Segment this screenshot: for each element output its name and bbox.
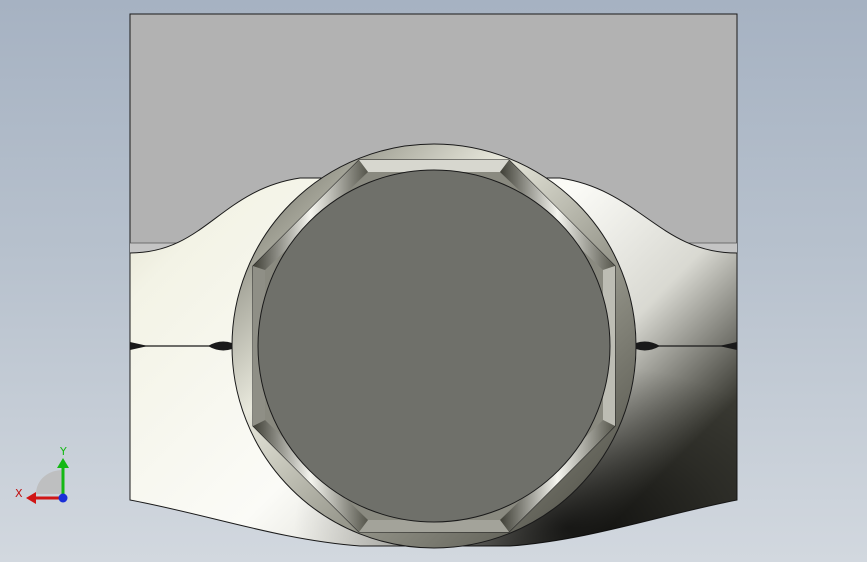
model-view[interactable]: Y X	[0, 0, 867, 562]
x-axis-arrow	[26, 492, 36, 504]
y-axis-label: Y	[59, 445, 67, 458]
inner-face[interactable]	[257, 169, 611, 523]
triad-base	[36, 470, 63, 494]
z-axis-dot	[58, 493, 68, 503]
y-axis-arrow	[57, 458, 69, 468]
cad-graphics-area[interactable]: Y X	[0, 0, 867, 562]
x-axis-label: X	[15, 487, 23, 500]
axis-triad: Y X	[15, 445, 69, 504]
